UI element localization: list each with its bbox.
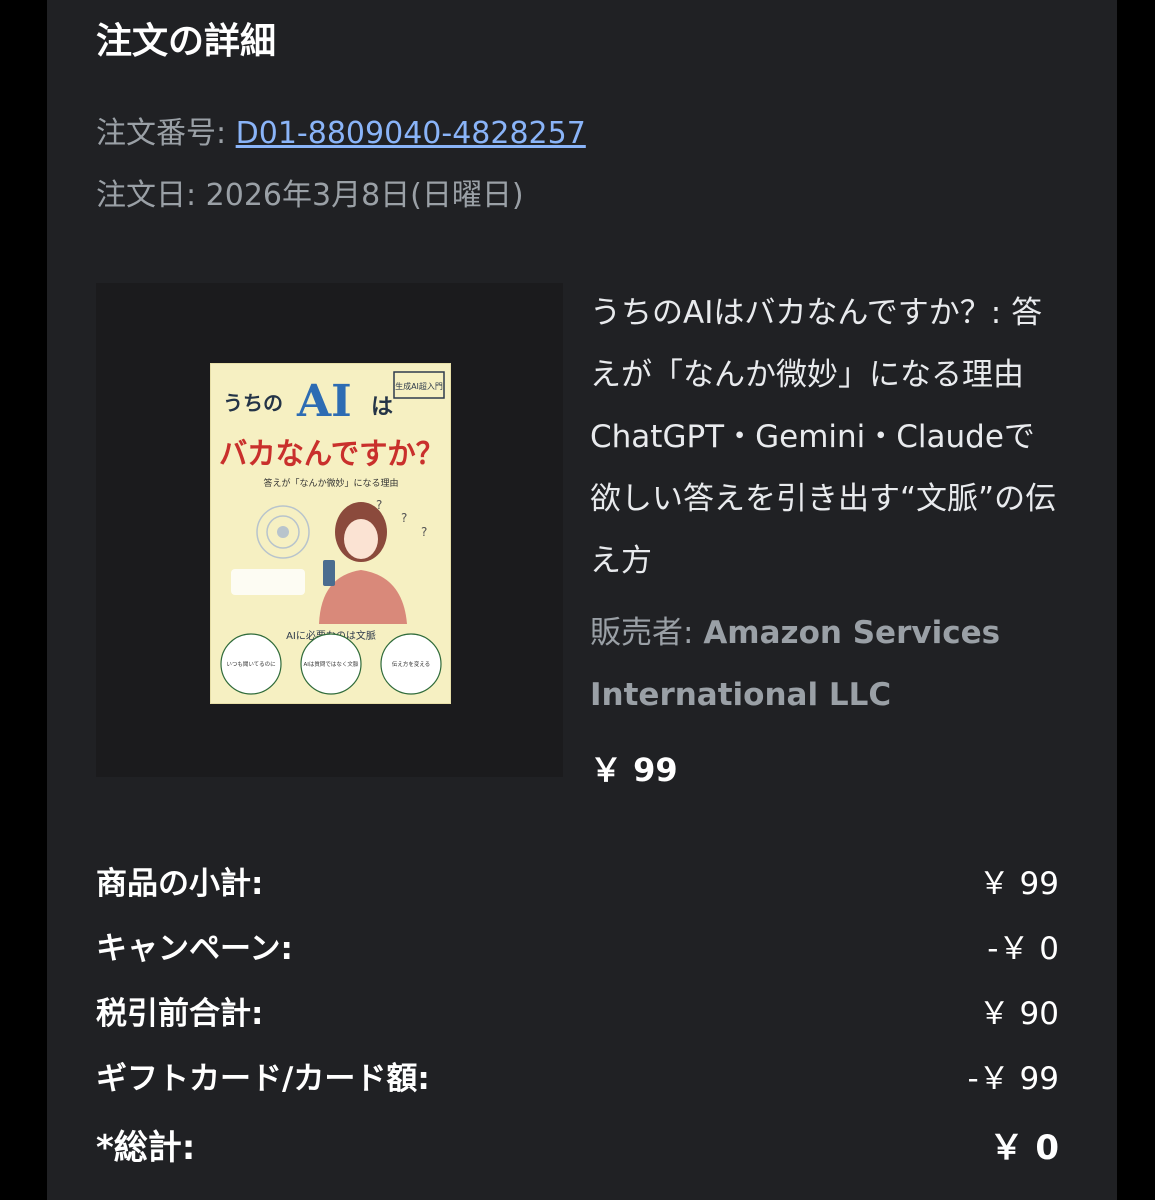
- summary-row-pretax-total: 税引前合計: ￥ 90: [96, 988, 1059, 1038]
- summary-row-gift-card: ギフトカード/カード額: -￥ 99: [96, 1053, 1059, 1103]
- product-thumbnail-frame[interactable]: 生成AI超入門 うちの AI は バカなんですか？ 答えが「なんか微妙」になる理…: [96, 283, 563, 777]
- order-details-card: 注文の詳細 注文番号: D01-8809040-4828257 注文日: 202…: [47, 0, 1117, 1200]
- cover-circle-3-text: 伝え方を変える: [392, 660, 430, 668]
- cover-circle-2-text: AIは質問ではなく文脈: [304, 660, 359, 668]
- page-title: 注文の詳細: [96, 21, 277, 62]
- order-number-label: 注文番号:: [96, 116, 236, 151]
- summary-value: ￥ 90: [978, 996, 1059, 1032]
- summary-label: 税引前合計:: [96, 996, 264, 1032]
- summary-value: ￥ 0: [989, 1128, 1060, 1168]
- order-date-line: 注文日: 2026年3月8日(日曜日): [96, 170, 524, 214]
- seller-label: 販売者:: [590, 615, 704, 651]
- item-price: ￥ 99: [590, 751, 678, 789]
- cover-title-ha: は: [371, 395, 393, 420]
- cover-title-ai: AI: [296, 376, 352, 427]
- book-cover-image[interactable]: 生成AI超入門 うちの AI は バカなんですか？ 答えが「なんか微妙」になる理…: [210, 363, 451, 704]
- order-number-line: 注文番号: D01-8809040-4828257: [96, 108, 586, 152]
- cover-subtitle: 答えが「なんか微妙」になる理由: [263, 477, 398, 489]
- summary-value: ￥ 99: [978, 866, 1059, 902]
- summary-row-grand-total: *総計: ￥ 0: [96, 1120, 1059, 1170]
- svg-text:?: ?: [401, 511, 407, 525]
- summary-value: -￥ 0: [987, 931, 1059, 967]
- cover-circle-1-text: いつも聞いてるのに: [226, 661, 275, 668]
- summary-label: 商品の小計:: [96, 866, 264, 902]
- cover-title-line1: うちの: [223, 391, 283, 415]
- summary-label: キャンペーン:: [96, 931, 293, 967]
- order-date-label: 注文日:: [96, 178, 206, 213]
- order-date-value: 2026年3月8日(日曜日): [205, 178, 524, 213]
- summary-row-subtotal: 商品の小計: ￥ 99: [96, 858, 1059, 908]
- summary-row-campaign: キャンペーン: -￥ 0: [96, 923, 1059, 973]
- summary-value: -￥ 99: [967, 1061, 1060, 1097]
- cover-badge-text: 生成AI超入門: [395, 381, 443, 391]
- order-number-link[interactable]: D01-8809040-4828257: [236, 116, 586, 151]
- summary-label: *総計:: [96, 1128, 196, 1168]
- cover-title-line2: バカなんですか？: [219, 437, 444, 472]
- summary-label: ギフトカード/カード額:: [96, 1061, 430, 1097]
- seller-line: 販売者: Amazon Services International LLC: [590, 602, 1060, 726]
- svg-text:?: ?: [421, 525, 427, 539]
- product-title-link[interactable]: うちのAIはバカなんですか？: 答えが「なんか微妙」になる理由 ChatGPT・…: [590, 282, 1060, 592]
